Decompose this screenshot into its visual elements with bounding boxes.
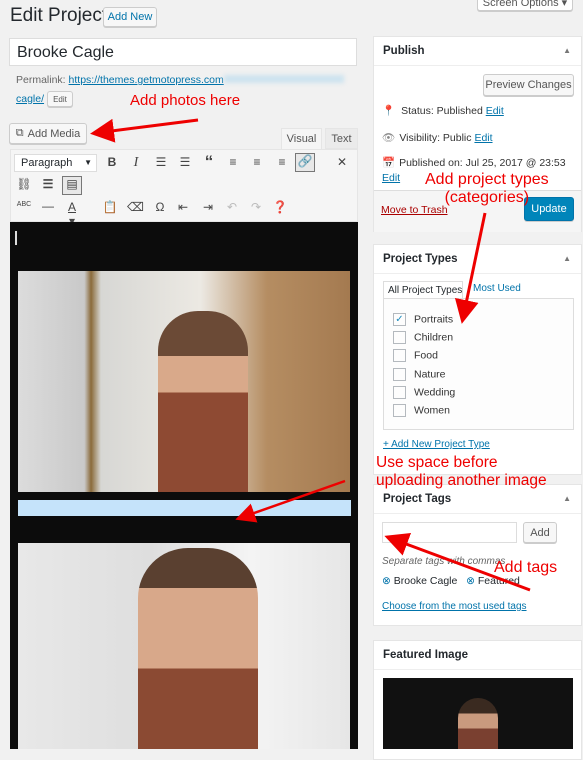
arrow xyxy=(235,479,346,523)
annotation-arrows xyxy=(90,118,531,592)
arrow xyxy=(90,118,199,143)
arrow xyxy=(454,212,487,324)
arrow xyxy=(384,533,531,592)
